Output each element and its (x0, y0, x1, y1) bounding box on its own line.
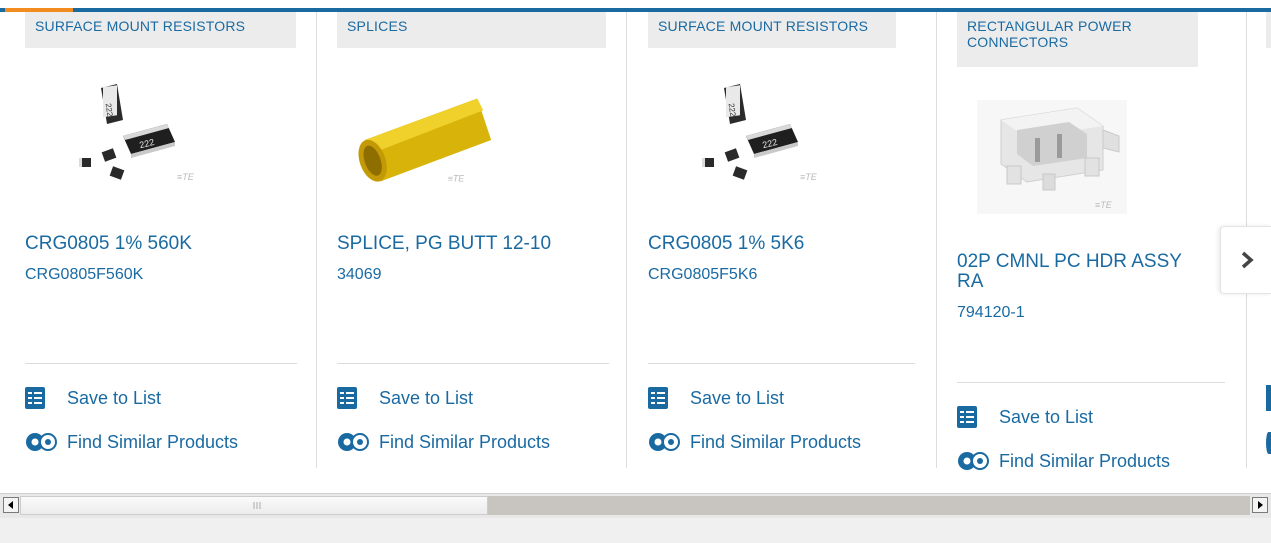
product-card: SPLICES ≡TE SPLICE, PG BUTT 12-10 34069 … (337, 12, 627, 482)
find-similar-label: Find Similar Products (690, 431, 862, 452)
product-part-number-link[interactable]: 794120-1 (957, 304, 1025, 322)
find-similar-label: Find Similar Products (67, 431, 239, 452)
card-divider (936, 12, 937, 468)
product-card: SURFACE MOUNT RESISTORS 222 222 ≡TE CRG0… (25, 12, 315, 482)
save-to-list-button[interactable]: Save to List (25, 387, 161, 409)
product-card: SURFACE MOUNT RESISTORS 222 222 ≡TE CRG0… (648, 12, 938, 482)
product-category[interactable]: RECTANGULAR POWER CONNECTORS (957, 12, 1198, 67)
horizontal-scrollbar[interactable] (0, 493, 1271, 518)
checklist-icon[interactable] (1266, 385, 1271, 411)
save-to-list-button[interactable]: Save to List (957, 406, 1093, 428)
scrollbar-thumb[interactable] (20, 496, 488, 515)
checklist-icon (25, 387, 45, 409)
product-category[interactable]: SURFACE MOUNT RESISTORS (648, 12, 896, 48)
white-header-connector-image[interactable]: ≡TE (977, 100, 1127, 214)
svg-text:≡TE: ≡TE (800, 172, 818, 182)
footer-blank-area (0, 518, 1271, 543)
gears-icon (958, 452, 989, 470)
gears-icon (26, 433, 57, 451)
save-to-list-label: Save to List (379, 387, 474, 408)
divider (648, 363, 915, 364)
scroll-left-arrow-icon[interactable] (3, 497, 19, 513)
product-part-number-link[interactable]: CRG0805F560K (25, 266, 143, 284)
yellow-butt-splice-image[interactable]: ≡TE (345, 84, 503, 192)
find-similar-button[interactable]: Find Similar Products (957, 450, 1170, 472)
find-similar-button[interactable]: Find Similar Products (648, 431, 861, 453)
save-to-list-label: Save to List (999, 406, 1094, 427)
product-category[interactable]: SPLICES (337, 12, 606, 48)
svg-text:≡TE: ≡TE (448, 173, 465, 183)
chevron-right-icon (1241, 251, 1254, 269)
svg-text:≡TE: ≡TE (177, 172, 195, 182)
scroll-right-arrow-icon[interactable] (1252, 497, 1268, 513)
checklist-icon (957, 406, 977, 428)
product-name-link[interactable]: 02P CMNL PC HDR ASSY RA (957, 252, 1207, 292)
product-category[interactable]: SURFACE MOUNT RESISTORS (25, 12, 296, 48)
find-similar-button[interactable]: Find Similar Products (337, 431, 550, 453)
save-to-list-label: Save to List (690, 387, 785, 408)
product-card: RECTANGULAR POWER CONNECTORS ≡TE 02P CMN… (957, 12, 1247, 482)
checklist-icon (648, 387, 668, 409)
product-part-number-link[interactable]: CRG0805F5K6 (648, 266, 757, 284)
card-divider (626, 12, 627, 468)
resistor-chip-image[interactable]: 222 222 ≡TE (49, 80, 207, 188)
gears-icon (649, 433, 680, 451)
find-similar-button[interactable]: Find Similar Products (25, 431, 238, 453)
product-category[interactable] (1266, 12, 1271, 48)
svg-text:222: 222 (727, 103, 738, 118)
product-name-link[interactable]: CRG0805 1% 560K (25, 234, 295, 254)
product-name-link[interactable]: SPLICE, PG BUTT 12-10 (337, 234, 607, 254)
carousel-next-button[interactable] (1220, 226, 1271, 294)
checklist-icon (337, 387, 357, 409)
divider (337, 363, 609, 364)
save-to-list-button[interactable]: Save to List (337, 387, 473, 409)
card-divider (316, 12, 317, 468)
divider (25, 363, 297, 364)
find-similar-label: Find Similar Products (999, 450, 1171, 471)
product-name-link[interactable]: CRG0805 1% 5K6 (648, 234, 918, 254)
save-to-list-label: Save to List (67, 387, 162, 408)
scrollbar-track[interactable] (488, 496, 1250, 515)
svg-text:≡TE: ≡TE (1095, 200, 1113, 210)
svg-text:222: 222 (104, 103, 115, 118)
divider (957, 382, 1225, 383)
product-part-number-link[interactable]: 34069 (337, 266, 382, 284)
gears-icon[interactable] (1266, 432, 1271, 454)
find-similar-label: Find Similar Products (379, 431, 551, 452)
product-carousel: SURFACE MOUNT RESISTORS 222 222 ≡TE CRG0… (0, 12, 1271, 492)
gears-icon (338, 433, 369, 451)
save-to-list-button[interactable]: Save to List (648, 387, 784, 409)
resistor-chip-image[interactable]: 222 222 ≡TE (672, 80, 830, 188)
